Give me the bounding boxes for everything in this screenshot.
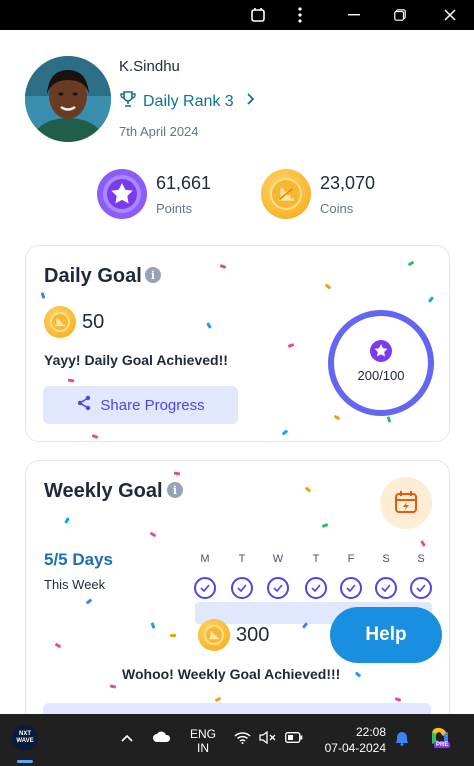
- profile-date: 7th April 2024: [119, 124, 199, 139]
- coins-value: 23,070: [320, 173, 376, 193]
- weekly-share-button[interactable]: [43, 703, 431, 714]
- coin-icon: [198, 619, 230, 651]
- close-icon[interactable]: [430, 0, 470, 30]
- cloud-icon[interactable]: [152, 731, 172, 746]
- calendar-icon[interactable]: [380, 477, 432, 529]
- daily-coins-value: 50: [82, 311, 105, 333]
- help-label: Help: [365, 624, 407, 645]
- trophy-icon: [119, 90, 137, 113]
- notification-bell-icon[interactable]: [395, 730, 409, 749]
- check-circle-icon: [410, 577, 432, 599]
- clock[interactable]: 22:08 07-04-2024: [320, 724, 386, 756]
- share-progress-button[interactable]: Share Progress: [43, 386, 238, 424]
- check-circle-icon: [375, 577, 397, 599]
- active-app-indicator: [17, 760, 33, 763]
- week-day-4: F: [339, 553, 363, 599]
- chevron-up-icon[interactable]: [121, 731, 133, 745]
- week-day-letter: M: [200, 553, 210, 565]
- weekly-goal-title: Weekly Goal: [44, 480, 163, 502]
- weekly-goal-message: Wohoo! Weekly Goal Achieved!!!: [122, 666, 341, 682]
- maximize-icon[interactable]: [380, 0, 420, 30]
- weekly-days-count: 5/5 Days: [44, 550, 113, 569]
- user-name: K.Sindhu: [119, 58, 180, 75]
- check-circle-icon: [267, 577, 289, 599]
- week-day-letter: W: [272, 553, 284, 565]
- points-label: Points: [156, 201, 193, 216]
- taskbar: NXT WAVE ENG IN 22:08 07-04-2024 PRE: [0, 714, 474, 766]
- weekly-coins-value: 300: [236, 624, 270, 646]
- daily-goal-message: Yayy! Daily Goal Achieved!!: [44, 352, 228, 368]
- avatar[interactable]: [25, 56, 111, 142]
- daily-rank-label: Daily Rank 3: [143, 92, 234, 110]
- nxtwave-app-icon[interactable]: NXT WAVE: [12, 725, 38, 751]
- check-circle-icon: [340, 577, 362, 599]
- restore-icon[interactable]: [238, 0, 278, 30]
- volume-muted-icon[interactable]: [259, 730, 276, 747]
- week-day-5: S: [374, 553, 398, 599]
- week-day-letter: F: [347, 553, 355, 565]
- week-day-1: T: [230, 553, 254, 599]
- share-icon: [76, 395, 92, 415]
- window-titlebar: [0, 0, 474, 30]
- clock-time: 22:08: [355, 725, 386, 739]
- share-progress-label: Share Progress: [100, 396, 205, 414]
- week-day-2: W: [266, 553, 290, 599]
- week-day-letter: T: [312, 553, 320, 565]
- week-day-letter: S: [417, 553, 425, 565]
- week-day-letter: S: [382, 553, 390, 565]
- points-star-icon: [97, 169, 147, 219]
- coins-label: Coins: [320, 201, 354, 216]
- week-day-letter: T: [238, 553, 246, 565]
- coins-icon: [261, 169, 311, 219]
- week-day-3: T: [304, 553, 328, 599]
- check-circle-icon: [231, 577, 253, 599]
- week-day-0: M: [193, 553, 217, 599]
- preview-badge: PRE: [434, 742, 451, 748]
- help-button[interactable]: Help: [330, 607, 442, 663]
- more-icon[interactable]: [280, 0, 320, 30]
- info-icon[interactable]: i: [167, 482, 183, 498]
- clock-date: 07-04-2024: [324, 741, 386, 755]
- daily-progress-ring: [328, 310, 434, 416]
- language-code: ENG: [190, 727, 217, 741]
- battery-icon[interactable]: [285, 732, 303, 746]
- copilot-icon[interactable]: PRE: [428, 726, 452, 750]
- points-value: 61,661: [156, 173, 212, 193]
- app-content: K.Sindhu Daily Rank 3 7th April 2024 61,…: [0, 30, 474, 714]
- chevron-right-icon: [246, 92, 255, 111]
- info-icon[interactable]: i: [145, 267, 161, 283]
- daily-progress-text: 200/100: [357, 368, 405, 383]
- region-code: IN: [197, 741, 209, 755]
- confetti-piece: [170, 634, 176, 637]
- weekly-period-label: This Week: [44, 577, 106, 592]
- minimize-icon[interactable]: [334, 0, 374, 30]
- check-circle-icon: [194, 577, 216, 599]
- language-indicator[interactable]: ENG IN: [190, 727, 216, 755]
- wifi-icon[interactable]: [234, 731, 251, 747]
- daily-goal-title: Daily Goal: [44, 265, 142, 287]
- week-day-6: S: [409, 553, 433, 599]
- coin-icon: [44, 306, 76, 338]
- check-circle-icon: [305, 577, 327, 599]
- daily-rank-link[interactable]: Daily Rank 3: [119, 90, 255, 113]
